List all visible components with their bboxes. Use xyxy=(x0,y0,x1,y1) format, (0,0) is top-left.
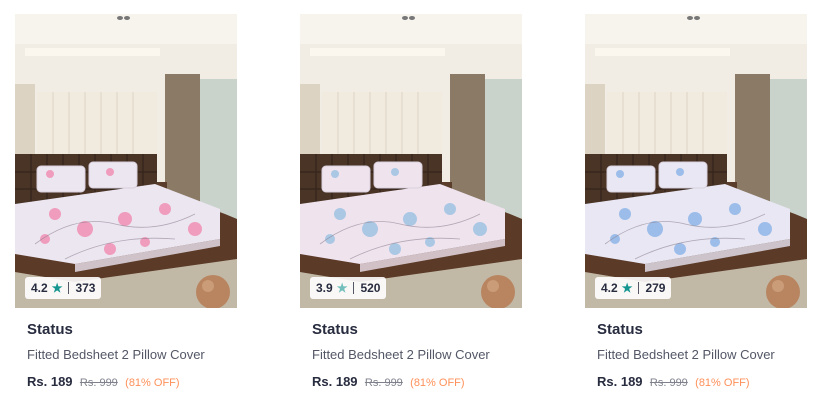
price-row: Rs. 189 Rs. 999 (81% OFF) xyxy=(27,373,237,392)
product-price: Rs. 189 xyxy=(597,374,643,389)
product-price: Rs. 189 xyxy=(312,374,358,389)
product-title: Fitted Bedsheet 2 Pillow Cover xyxy=(312,347,490,362)
product-discount: (81% OFF) xyxy=(695,377,750,389)
product-card[interactable]: 3.9 ★ 520 Status Fitted Bedsheet 2 Pillow … xyxy=(300,14,522,392)
rating-badge: 3.9 ★ 520 xyxy=(310,277,387,299)
rating-count: 279 xyxy=(645,281,666,295)
product-image[interactable]: 4.2 ★ 279 xyxy=(585,14,807,308)
bedroom-photo xyxy=(300,14,522,308)
divider xyxy=(353,282,355,294)
product-card[interactable]: 4.2 ★ 279 Status Fitted Bedsheet 2 Pillow … xyxy=(585,14,807,392)
product-meta: Status Fitted Bedsheet 2 Pillow Cover Rs… xyxy=(585,308,807,392)
product-card[interactable]: 4.2 ★ 373 Status Fitted Bedsheet 2 Pillow … xyxy=(15,14,237,392)
rating-value: 4.2 xyxy=(31,281,48,295)
divider xyxy=(68,282,70,294)
product-brand: Status xyxy=(312,321,358,338)
product-brand: Status xyxy=(597,321,643,338)
rating-badge: 4.2 ★ 373 xyxy=(25,277,102,299)
product-meta: Status Fitted Bedsheet 2 Pillow Cover Rs… xyxy=(300,308,522,392)
product-title: Fitted Bedsheet 2 Pillow Cover xyxy=(597,347,775,362)
divider xyxy=(638,282,640,294)
bedroom-photo xyxy=(15,14,237,308)
rating-value: 4.2 xyxy=(601,281,618,295)
rating-count: 373 xyxy=(75,281,96,295)
product-image[interactable]: 4.2 ★ 373 xyxy=(15,14,237,308)
star-icon: ★ xyxy=(336,281,348,295)
product-mrp: Rs. 999 xyxy=(649,377,688,389)
star-icon: ★ xyxy=(51,281,63,295)
product-meta: Status Fitted Bedsheet 2 Pillow Cover Rs… xyxy=(15,308,237,392)
price-row: Rs. 189 Rs. 999 (81% OFF) xyxy=(597,373,807,392)
rating-badge: 4.2 ★ 279 xyxy=(595,277,672,299)
product-discount: (81% OFF) xyxy=(410,377,465,389)
product-brand: Status xyxy=(27,321,73,338)
price-row: Rs. 189 Rs. 999 (81% OFF) xyxy=(312,373,522,392)
product-discount: (81% OFF) xyxy=(125,377,180,389)
product-mrp: Rs. 999 xyxy=(79,377,118,389)
product-title: Fitted Bedsheet 2 Pillow Cover xyxy=(27,347,205,362)
rating-count: 520 xyxy=(360,281,381,295)
product-mrp: Rs. 999 xyxy=(364,377,403,389)
product-image[interactable]: 3.9 ★ 520 xyxy=(300,14,522,308)
star-icon: ★ xyxy=(621,281,633,295)
product-price: Rs. 189 xyxy=(27,374,73,389)
rating-value: 3.9 xyxy=(316,281,333,295)
bedroom-photo xyxy=(585,14,807,308)
